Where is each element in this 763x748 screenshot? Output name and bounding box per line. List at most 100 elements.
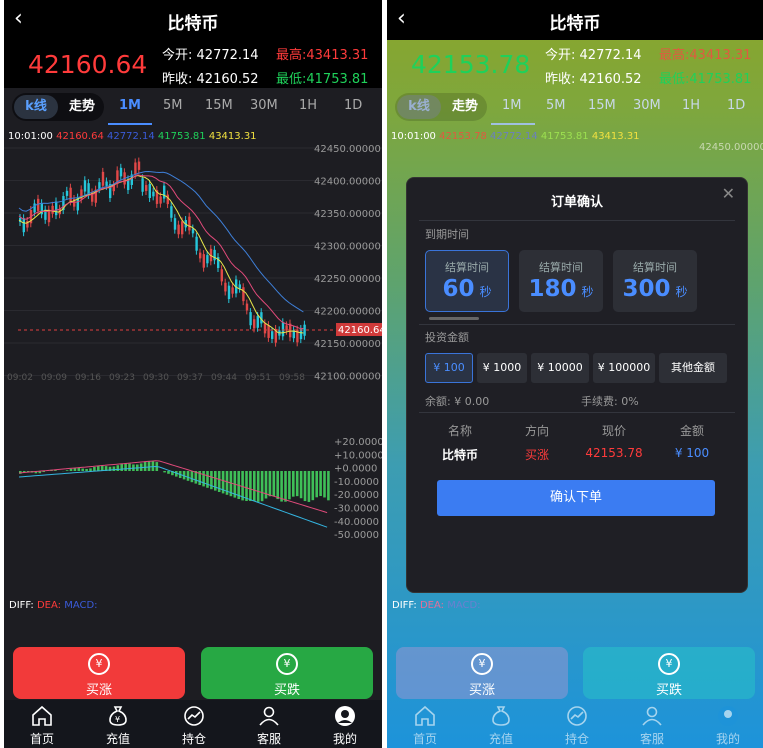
macd-bar — [323, 471, 326, 498]
macd-bar — [147, 461, 151, 471]
buy-down-button[interactable]: ¥ 买跌 — [583, 647, 755, 699]
nav-service[interactable]: 客服 — [239, 704, 299, 747]
macd-bar — [112, 466, 116, 471]
nav-positions[interactable]: 持仓 — [547, 704, 607, 747]
price-tick: 42200.00000 — [314, 307, 381, 318]
confirm-order-button[interactable]: 确认下单 — [437, 480, 715, 516]
price-tick: 42150.00000 — [314, 339, 381, 350]
macd-bar — [186, 471, 190, 481]
timeframe-1h[interactable]: 1H — [299, 98, 317, 113]
nav-positions-label: 持仓 — [181, 732, 206, 746]
timeframe-15m[interactable]: 15M — [205, 98, 233, 113]
macd-bar — [268, 471, 272, 497]
timeframe-15m[interactable]: 15M — [588, 98, 616, 113]
candle-body — [177, 224, 180, 235]
nav-recharge[interactable]: ¥ 充值 — [88, 704, 148, 747]
tab-kline[interactable]: k线 — [14, 95, 58, 119]
timeframe-30m[interactable]: 30M — [633, 98, 661, 113]
candle-body — [170, 206, 173, 218]
duration-60[interactable]: 结算时间 60 秒 — [425, 250, 509, 312]
nav-mine[interactable]: 我的 — [315, 704, 375, 747]
amount-100000[interactable]: ¥ 100000 — [593, 353, 655, 383]
kline-chart[interactable]: 42160.64 42450.00000 42400.00000 42350.000… — [4, 140, 382, 600]
duration-unit: 秒 — [581, 285, 594, 299]
nav-service-label: 客服 — [256, 732, 281, 746]
nav-home[interactable]: 首页 — [12, 704, 72, 747]
order-confirm-dialog: 订单确认 ✕ 到期时间 结算时间 60 秒 结算时间 180 秒 结算时间 30… — [406, 177, 748, 593]
candle-body — [181, 221, 184, 235]
candle-body — [202, 254, 205, 268]
duration-value: 300 — [622, 276, 671, 302]
amount-100[interactable]: ¥ 100 — [425, 353, 473, 383]
home-icon — [415, 705, 435, 726]
yuan-coin-icon: ¥ — [88, 653, 110, 675]
svg-text:¥: ¥ — [115, 715, 120, 724]
user-icon — [642, 706, 662, 726]
chart-mode-toggle: k线 走势 — [395, 93, 487, 121]
time-tick: 09:51 — [245, 373, 271, 383]
buy-up-button[interactable]: ¥ 买涨 — [13, 647, 185, 699]
active-tab-indicator — [491, 123, 535, 125]
chart-mode-toggle: k线 走势 — [12, 93, 104, 121]
tab-trend[interactable]: 走势 — [445, 95, 485, 119]
timeframe-1d[interactable]: 1D — [727, 98, 745, 113]
amount-10000[interactable]: ¥ 10000 — [531, 353, 589, 383]
amount-label: 投资金额 — [425, 331, 469, 344]
active-tab-indicator — [108, 123, 152, 125]
nav-positions[interactable]: 持仓 — [164, 704, 224, 747]
nav-recharge[interactable]: 充值 — [471, 704, 531, 747]
timeframe-1m[interactable]: 1M — [502, 98, 522, 113]
candle-body — [238, 284, 241, 289]
nav-home[interactable]: 首页 — [395, 704, 455, 747]
high-stat: 最高:43413.31 — [276, 44, 368, 63]
candle-body — [271, 331, 274, 339]
fee-text: 手续费: 0% — [581, 395, 639, 408]
candle-body — [267, 325, 270, 338]
amount-1000[interactable]: ¥ 1000 — [477, 353, 527, 383]
timeframe-1d[interactable]: 1D — [344, 98, 362, 113]
timeframe-1m[interactable]: 1M — [119, 98, 141, 113]
buy-down-button[interactable]: ¥ 买跌 — [201, 647, 373, 699]
price-tick: 42350.00000 — [314, 209, 381, 220]
open-label: 今开: — [162, 48, 193, 63]
macd-bar — [190, 471, 194, 483]
yuan-coin-icon: ¥ — [276, 653, 298, 675]
buy-down-label: 买跌 — [273, 683, 300, 698]
duration-180[interactable]: 结算时间 180 秒 — [519, 250, 603, 312]
col-amount: 金额 — [679, 424, 704, 438]
macd-diff-label: DIFF: — [392, 600, 417, 611]
macd-bar — [124, 463, 127, 471]
candle-body — [105, 181, 108, 186]
duration-300[interactable]: 结算时间 300 秒 — [613, 250, 697, 312]
buy-up-label: 买涨 — [85, 683, 112, 698]
macd-bar — [327, 471, 330, 501]
candle-body — [256, 315, 259, 328]
timeframe-30m[interactable]: 30M — [250, 98, 278, 113]
candle-body — [253, 319, 256, 329]
buy-up-button[interactable]: ¥ 买涨 — [396, 647, 568, 699]
header: ‹ 比特币 — [387, 0, 763, 40]
ohlc-close: 42153.78 — [439, 131, 487, 142]
tab-trend[interactable]: 走势 — [62, 95, 102, 119]
macd-bar — [167, 471, 170, 474]
timeframe-1h[interactable]: 1H — [682, 98, 700, 113]
timeframe-5m[interactable]: 5M — [163, 98, 183, 113]
macd-tick: -10.0000 — [334, 477, 379, 488]
macd-bar — [81, 468, 84, 471]
nav-service[interactable]: 客服 — [622, 704, 682, 747]
tab-kline[interactable]: k线 — [397, 95, 441, 119]
amount-other[interactable]: 其他金额 — [659, 353, 727, 383]
scroll-indicator — [429, 317, 479, 320]
macd-tick: -50.0000 — [334, 530, 379, 541]
nav-mine[interactable]: 我的 — [698, 704, 758, 747]
timeframe-5m[interactable]: 5M — [546, 98, 566, 113]
left-screen: ‹ 比特币 42160.64 今开: 42772.14 最高:43413.31 … — [4, 0, 382, 748]
close-icon[interactable]: ✕ — [722, 184, 735, 203]
low-value: 41753.81 — [306, 72, 369, 87]
macd-bar — [303, 471, 307, 502]
price-tick: 42300.00000 — [314, 242, 381, 253]
ohlc-open: 42772.14 — [490, 131, 538, 142]
candle-body — [101, 171, 105, 186]
macd-bar — [288, 471, 291, 500]
macd-bar — [85, 469, 88, 471]
